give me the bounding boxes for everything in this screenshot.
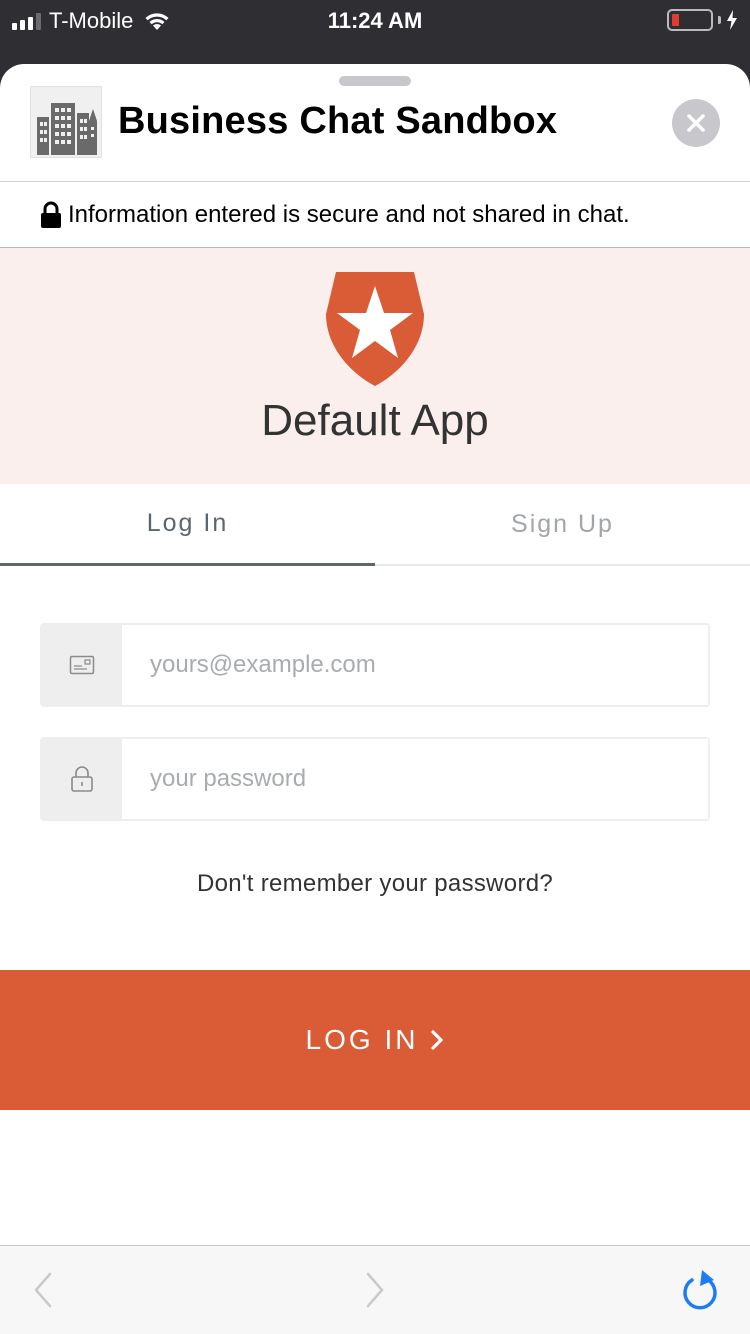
log-in-button-label: LOG IN bbox=[305, 1024, 419, 1055]
secure-notice: Information entered is secure and not sh… bbox=[0, 182, 750, 248]
email-icon-cell bbox=[42, 625, 122, 705]
auth-tabs: Log In Sign Up bbox=[0, 484, 750, 566]
shield-star-icon bbox=[326, 272, 424, 386]
password-input[interactable] bbox=[122, 739, 708, 819]
email-input[interactable] bbox=[122, 625, 708, 705]
reload-icon[interactable] bbox=[680, 1268, 720, 1312]
log-in-button[interactable]: LOG IN bbox=[0, 970, 750, 1110]
battery-tip bbox=[718, 16, 721, 24]
battery-icon bbox=[667, 9, 713, 31]
close-icon bbox=[687, 114, 705, 132]
padlock-icon bbox=[71, 766, 93, 792]
app-header: Default App bbox=[0, 248, 750, 484]
app-name: Default App bbox=[261, 396, 489, 445]
browser-toolbar bbox=[0, 1245, 750, 1334]
status-bar: T-Mobile 11:24 AM bbox=[0, 0, 750, 44]
tab-log-in[interactable]: Log In bbox=[0, 484, 375, 566]
status-time: 11:24 AM bbox=[327, 8, 423, 33]
close-button[interactable] bbox=[672, 99, 720, 147]
password-field bbox=[40, 737, 710, 821]
sheet-header: Business Chat Sandbox bbox=[0, 64, 750, 182]
secure-notice-text: Information entered is secure and not sh… bbox=[68, 200, 630, 228]
chevron-right-icon[interactable] bbox=[364, 1272, 386, 1308]
building-icon bbox=[30, 86, 102, 158]
status-bar-right bbox=[667, 9, 738, 31]
envelope-icon bbox=[69, 655, 95, 675]
chevron-left-icon[interactable] bbox=[32, 1272, 54, 1308]
email-field bbox=[40, 623, 710, 707]
forgot-password-link[interactable]: Don't remember your password? bbox=[0, 870, 750, 898]
chevron-right-icon bbox=[431, 1030, 444, 1050]
business-chat-sheet: Business Chat Sandbox Information entere… bbox=[0, 64, 750, 1334]
password-icon-cell bbox=[42, 739, 122, 819]
sheet-title: Business Chat Sandbox bbox=[118, 100, 558, 142]
lock-icon bbox=[41, 201, 61, 228]
tab-sign-up[interactable]: Sign Up bbox=[375, 484, 750, 564]
charging-bolt-icon bbox=[727, 10, 737, 30]
